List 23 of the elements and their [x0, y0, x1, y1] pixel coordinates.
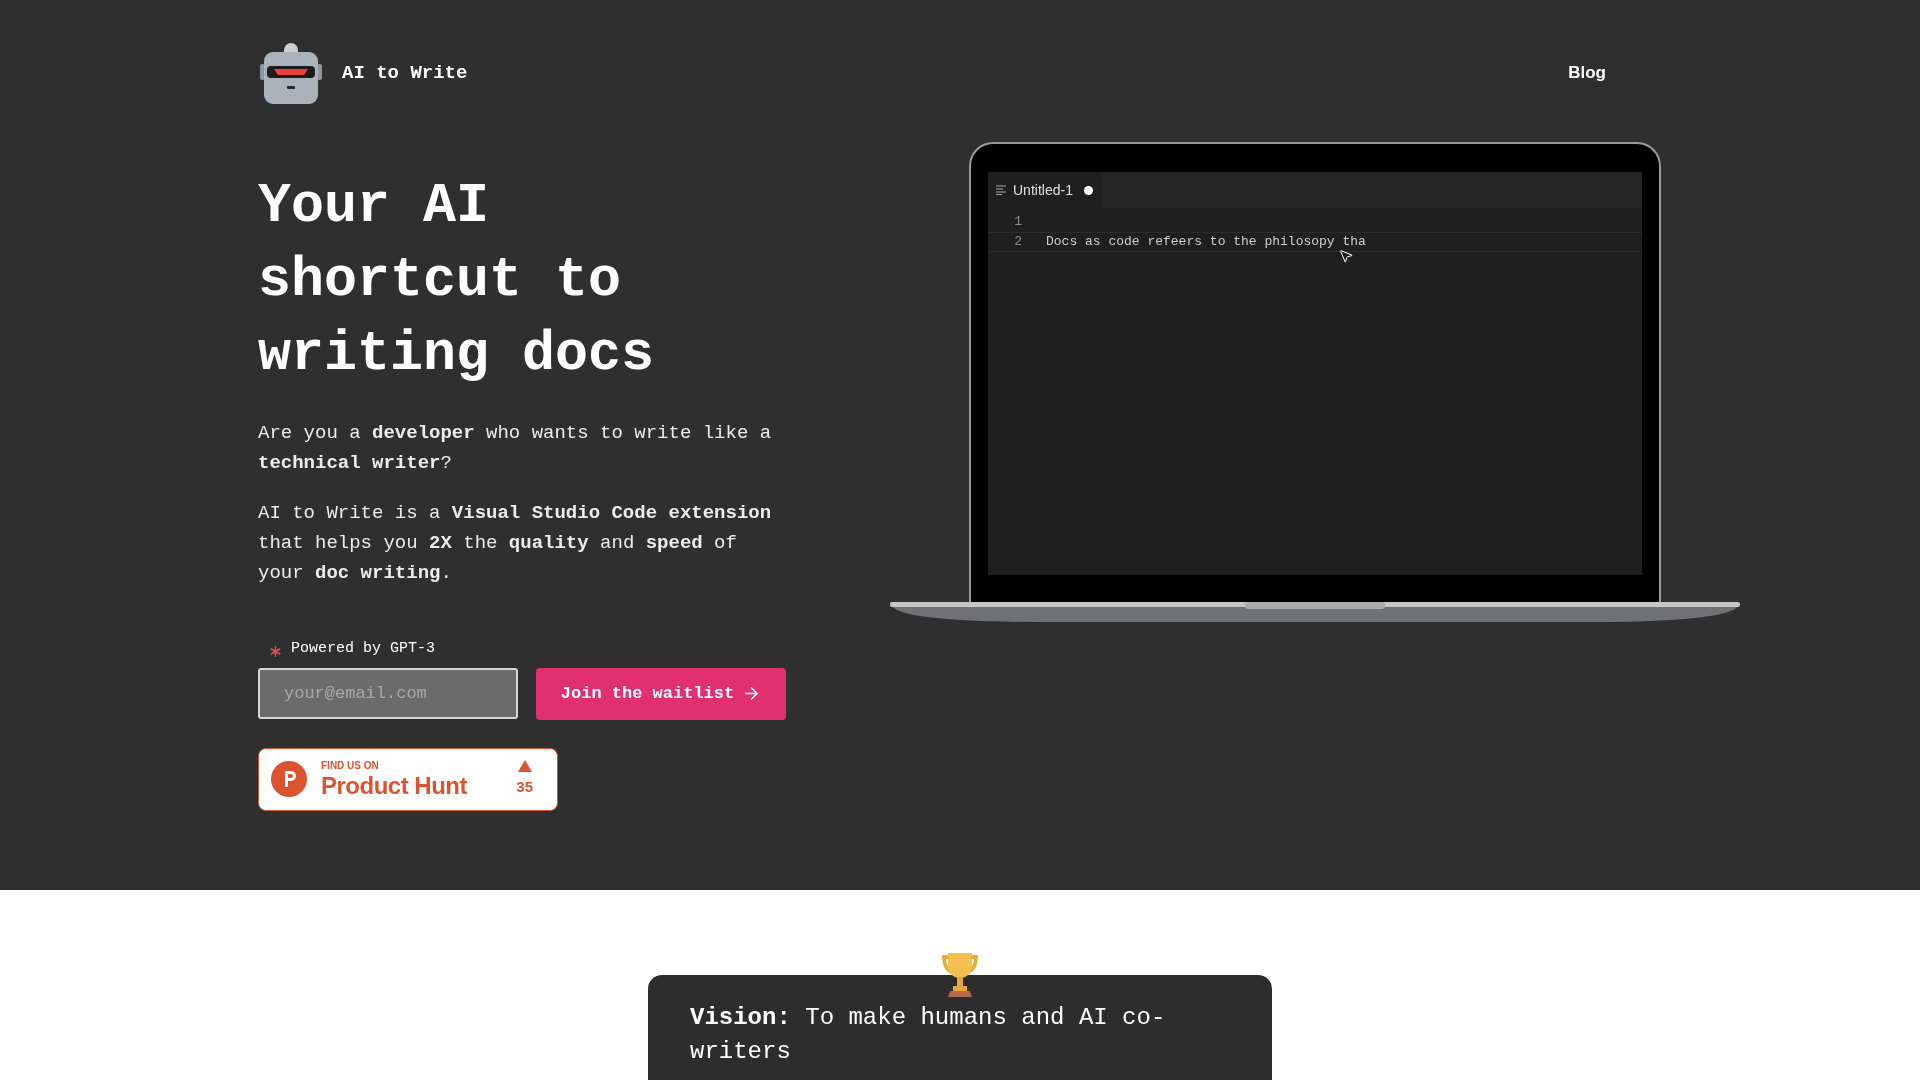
vision-statement: Vision: To make humans and AI co-writers: [690, 1003, 1167, 1067]
email-field[interactable]: your@email.com: [258, 667, 518, 719]
file-lines-icon: [996, 185, 1006, 195]
editor-tab[interactable]: Untitled-1: [988, 172, 1101, 208]
powered-by-text: Powered by GPT-3: [291, 639, 436, 659]
product-hunt-badge[interactable]: FIND US ON Product Hunt 35: [258, 747, 558, 811]
product-hunt-logo-icon: [271, 761, 307, 797]
nav-link[interactable]: Blog: [1568, 60, 1606, 86]
vote-count: 35: [516, 776, 533, 797]
badge-title: Product Hunt: [321, 773, 467, 798]
upvote-triangle-icon: [517, 759, 532, 772]
line-number: 1: [1013, 213, 1022, 232]
asterisk-icon: [270, 645, 281, 657]
badge-eyebrow: FIND US ON: [321, 760, 380, 771]
join-waitlist-button[interactable]: Join the waitlist: [536, 667, 786, 720]
logo-text[interactable]: AI to Write: [342, 58, 468, 88]
mouse-pointer-icon: [1338, 248, 1354, 264]
hero-heading: Your AI shortcut to writing docs: [258, 174, 656, 388]
line-number: 2: [1013, 233, 1022, 252]
code-line: Docs as code refeers to the philosopy tha: [1046, 233, 1366, 252]
hero-paragraph: Are you a developer who wants to write like a technical writer?: [258, 421, 773, 476]
hero-paragraph: AI to Write is a Visual Studio Code extension that helps you 2X the quality and speed of your doc writing.: [258, 501, 773, 586]
robot-logo-icon: [258, 40, 324, 106]
